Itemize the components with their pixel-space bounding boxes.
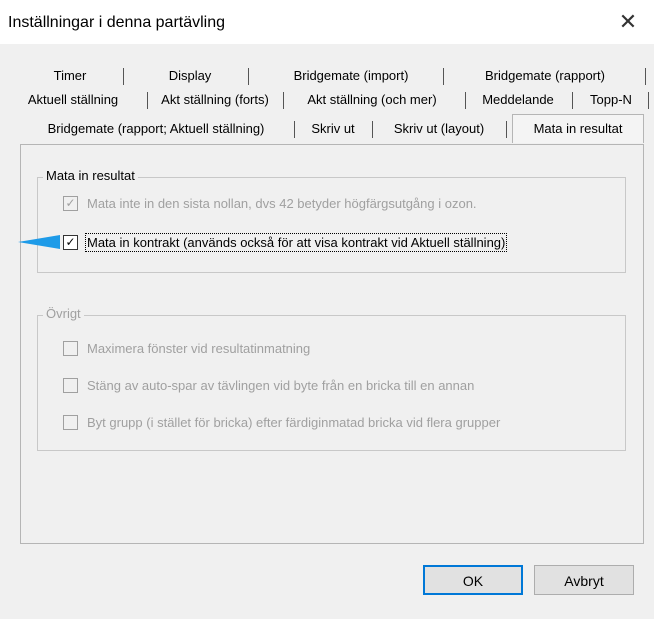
close-icon[interactable]: ✕ [608,6,648,38]
tab-display[interactable]: Display [135,64,245,88]
tab-meddelande[interactable]: Meddelande [468,88,568,112]
arrow-pointer-icon [18,235,60,249]
tab-bridgemate-rapport-aktuell[interactable]: Bridgemate (rapport; Aktuell ställning) [28,117,284,141]
tab-bridgemate-import[interactable]: Bridgemate (import) [256,64,446,88]
cancel-button[interactable]: Avbryt [534,565,634,595]
tab-topp-n[interactable]: Topp-N [576,88,646,112]
tab-skriv-ut-layout[interactable]: Skriv ut (layout) [378,117,500,141]
checkbox-stang-av-autospar[interactable] [63,378,78,393]
tab-aktuell-stallning[interactable]: Aktuell ställning [0,88,146,112]
tab-mata-in-resultat[interactable]: Mata in resultat [512,114,644,143]
tab-row-1: Timer Display Bridgemate (import) Bridge… [10,64,646,88]
title-bar: Inställningar i denna partävling ✕ [0,0,654,44]
tab-row-3: Bridgemate (rapport; Aktuell ställning) … [0,114,654,143]
dialog-client: Timer Display Bridgemate (import) Bridge… [0,44,654,619]
group-mata-in-resultat [37,177,626,273]
tab-timer[interactable]: Timer [30,64,110,88]
checkbox-mata-in-kontrakt[interactable]: ✓ [63,235,78,250]
group-ovrigt-legend: Övrigt [43,306,84,321]
tab-akt-stallning-och-mer[interactable]: Akt ställning (och mer) [286,88,458,112]
tab-akt-stallning-forts[interactable]: Akt ställning (forts) [150,88,280,112]
window-title: Inställningar i denna partävling [8,14,226,31]
checkbox-sista-nollan[interactable]: ✓ [63,196,78,211]
label-byt-grupp: Byt grupp (i stället för bricka) efter f… [87,415,501,430]
label-mata-in-kontrakt: Mata in kontrakt (används också för att … [84,233,508,252]
checkbox-maximera-fonster[interactable] [63,341,78,356]
group-mata-legend: Mata in resultat [43,168,138,183]
label-stang-av-autospar: Stäng av auto-spar av tävlingen vid byte… [87,378,475,393]
label-sista-nollan: Mata inte in den sista nollan, dvs 42 be… [87,196,477,211]
tab-row-2: Aktuell ställning Akt ställning (forts) … [0,88,654,112]
tab-bridgemate-rapport[interactable]: Bridgemate (rapport) [450,64,640,88]
label-maximera-fonster: Maximera fönster vid resultatinmatning [87,341,311,356]
checkbox-byt-grupp[interactable] [63,415,78,430]
tab-skriv-ut[interactable]: Skriv ut [300,117,366,141]
ok-button[interactable]: OK [423,565,523,595]
